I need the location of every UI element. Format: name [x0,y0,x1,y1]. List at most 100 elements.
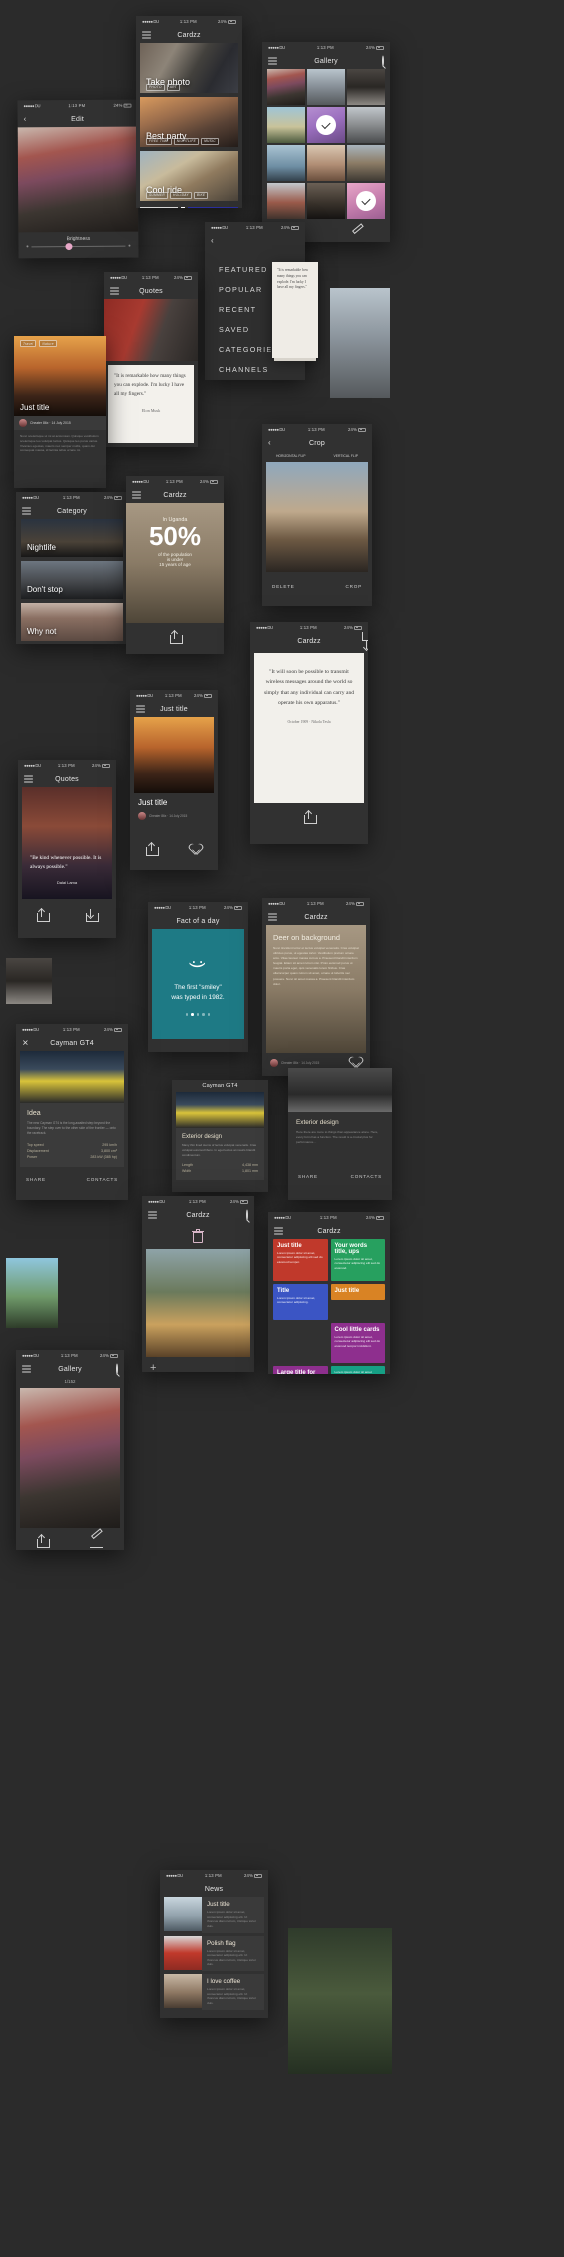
forest-photo[interactable] [146,1249,250,1357]
screen-gallery-bottom[interactable]: ●●●●● DU 1:13 PM 24% Gallery 1/152 [16,1350,124,1550]
screen-heart-card[interactable]: Travel Nature Just title Cheater 86x · 1… [14,336,106,488]
list-item[interactable]: Just title Lorem ipsum dolor sit amet, c… [164,1897,264,1933]
color-card[interactable]: Cool little cards Lorem ipsum dolor sit … [330,1323,385,1363]
slider-knob[interactable] [65,242,73,250]
screen-deer[interactable]: ●●●●● DU 1:13 PM 24% Cardzz Deer on back… [262,898,370,1076]
screen-fact[interactable]: ●●●●● DU 1:13 PM 24% Fact of a day :) Th… [148,902,248,1052]
hamburger-menu-icon[interactable] [110,287,119,295]
share-button[interactable] [146,841,160,856]
gallery-thumb[interactable] [267,107,305,143]
search-icon[interactable] [116,1363,118,1375]
avatar [270,1058,278,1067]
edit-pencil-button[interactable] [90,1528,103,1548]
screen-quotes-dalai[interactable]: ●●●●● DU 1:13 PM 24% Quotes "Be kind whe… [18,760,116,938]
hamburger-menu-icon[interactable] [148,1211,157,1219]
hamburger-menu-icon[interactable] [274,1227,283,1235]
gallery-thumb[interactable] [267,145,305,181]
hamburger-menu-icon[interactable] [136,705,145,713]
screen-crop[interactable]: ●●●●● DU 1:13 PM 24% ‹ Crop HORIZONTAL F… [262,424,372,606]
screen-uganda[interactable]: ●●●●● DU 1:13 PM 24% Cardzz In Uganda 50… [126,476,224,654]
card-best-party[interactable]: Best party FREE TIME NIGHTLIFE MUSIC [140,97,238,147]
color-card[interactable]: Your words title, ups Lorem ipsum dolor … [330,1239,385,1281]
list-item[interactable]: I love coffee Lorem ipsum dolor sit amet… [164,1974,264,2010]
crop-preview[interactable] [266,461,368,572]
back-icon[interactable]: ‹ [268,439,271,447]
download-button[interactable] [86,909,99,922]
screen-cardzz-trash[interactable]: ●●●●● DU 1:13 PM 24% Cardzz + [142,1196,254,1372]
screen-colorcards[interactable]: ●●●●● DU 1:13 PM 24% Cardzz Just title L… [268,1212,390,1374]
hamburger-menu-icon[interactable] [268,57,277,65]
search-icon[interactable] [382,55,384,67]
hamburger-menu-icon[interactable] [268,913,277,921]
screen-edit[interactable]: ●●●●● DU 1:13 PM 24% ‹ Edit Brightness [17,99,139,259]
gallery-thumb[interactable] [307,69,345,105]
category-label: Don't stop [27,585,63,594]
crop-button[interactable]: CROP [346,584,362,589]
screen-heart-card-2[interactable]: ●●●●● DU 1:13 PM 24% Just title Just tit… [130,690,218,870]
hamburger-menu-icon[interactable] [22,507,31,515]
page-dots[interactable] [185,1013,211,1016]
color-card[interactable]: Just title Lorem ipsum dolor sit amet, c… [273,1239,328,1281]
list-item[interactable]: Polish flag Lorem ipsum dolor sit amet, … [164,1935,264,1972]
screen-category[interactable]: ●●●●● DU 1:13 PM 24% Category Nightlife … [16,492,128,644]
gallery-thumb[interactable] [267,183,305,219]
screen-cayman[interactable]: ●●●●● DU 1:13 PM 24% ✕ Cayman GT4 Idea T… [16,1024,128,1200]
gallery-thumb[interactable] [307,145,345,181]
category-nightlife[interactable]: Nightlife [21,519,123,557]
search-icon[interactable] [246,1209,248,1221]
color-card[interactable]: Just title [330,1284,385,1300]
share-button[interactable] [37,907,50,922]
screen-cayman-exterior[interactable]: Cayman GT4 Exterior design Many thin lin… [172,1080,268,1192]
add-button[interactable]: + [142,1357,254,1372]
delete-button[interactable]: DELETE [272,584,295,589]
hamburger-menu-icon[interactable] [132,491,141,499]
card-take-photo[interactable]: Take photo PHOTO ART [140,43,238,93]
brightness-slider[interactable] [18,242,138,250]
close-icon[interactable]: ✕ [22,1039,29,1048]
favorite-button[interactable] [350,1057,362,1068]
contacts-button[interactable]: CONTACTS [351,1174,382,1179]
screen-cardzz-home[interactable]: ●●●●● DU 1:13 PM 24% Cardzz Take photo P… [136,16,242,208]
screen-gallery[interactable]: ●●●●● DU 1:13 PM 24% Gallery [262,42,390,242]
back-icon[interactable]: ‹ [24,114,27,123]
share-button[interactable]: SHARE [26,1177,46,1182]
card-tags: PHOTO ART [146,83,180,91]
hamburger-menu-icon[interactable] [22,1365,31,1373]
gallery-thumb-selected[interactable] [307,107,345,143]
share-button[interactable] [303,809,317,824]
delete-trash-button[interactable] [192,1229,204,1243]
edit-photo[interactable] [17,126,139,233]
screen-quotes-elon[interactable]: ●●●●● DU 1:13 PM 24% Quotes "It is remar… [104,272,198,447]
gallery-thumb[interactable] [347,69,385,105]
screen-news[interactable]: ●●●●● DU 1:13 PM 24% News Just title Lor… [160,1870,268,2018]
vertical-flip-button[interactable]: VERTICAL FLIP [334,454,359,459]
horizontal-flip-button[interactable]: HORIZONTAL FLIP [276,454,306,459]
hamburger-menu-icon[interactable] [142,31,151,39]
menu-item-channels[interactable]: CHANNELS [219,359,291,379]
screen-tesla[interactable]: ●●●●● DU 1:13 PM 24% Cardzz "It will soo… [250,622,368,844]
gallery-thumb[interactable] [307,183,345,219]
gallery-thumb-selected[interactable] [347,183,385,219]
share-button[interactable]: SHARE [298,1174,318,1179]
color-card[interactable]: Lorem ipsum dolor sit amet consectetur. [330,1366,385,1374]
gallery-thumb[interactable] [347,107,385,143]
card-cool-ride[interactable]: Cool ride SUMMER HOLIDAY BIKE [140,151,238,201]
card-body: Many thin lined stems of lectus volutpat… [182,1143,257,1157]
gallery-photo[interactable] [20,1388,120,1528]
gallery-toolbar [16,1528,124,1548]
category-dontstop[interactable]: Don't stop [21,561,123,599]
contacts-button[interactable]: CONTACTS [87,1177,118,1182]
favorite-button[interactable] [190,844,202,855]
edit-pencil-button[interactable] [351,223,364,242]
color-card[interactable]: Title Lorem ipsum dolor sit amet, consec… [273,1284,328,1320]
share-button[interactable] [169,629,183,644]
color-card[interactable]: Large title for very important card [273,1366,328,1374]
hamburger-menu-icon[interactable] [24,775,33,783]
gallery-thumb[interactable] [347,145,385,181]
screen-exterior[interactable]: Exterior design Here there are more to t… [288,1068,392,1200]
back-icon[interactable]: ‹ [211,237,214,245]
category-whynot[interactable]: Why not [21,603,123,641]
gallery-thumb[interactable] [267,69,305,105]
share-button[interactable] [37,1533,50,1548]
card-body: Lorem ipsum dolor sit amet, consectetur … [277,1296,316,1305]
